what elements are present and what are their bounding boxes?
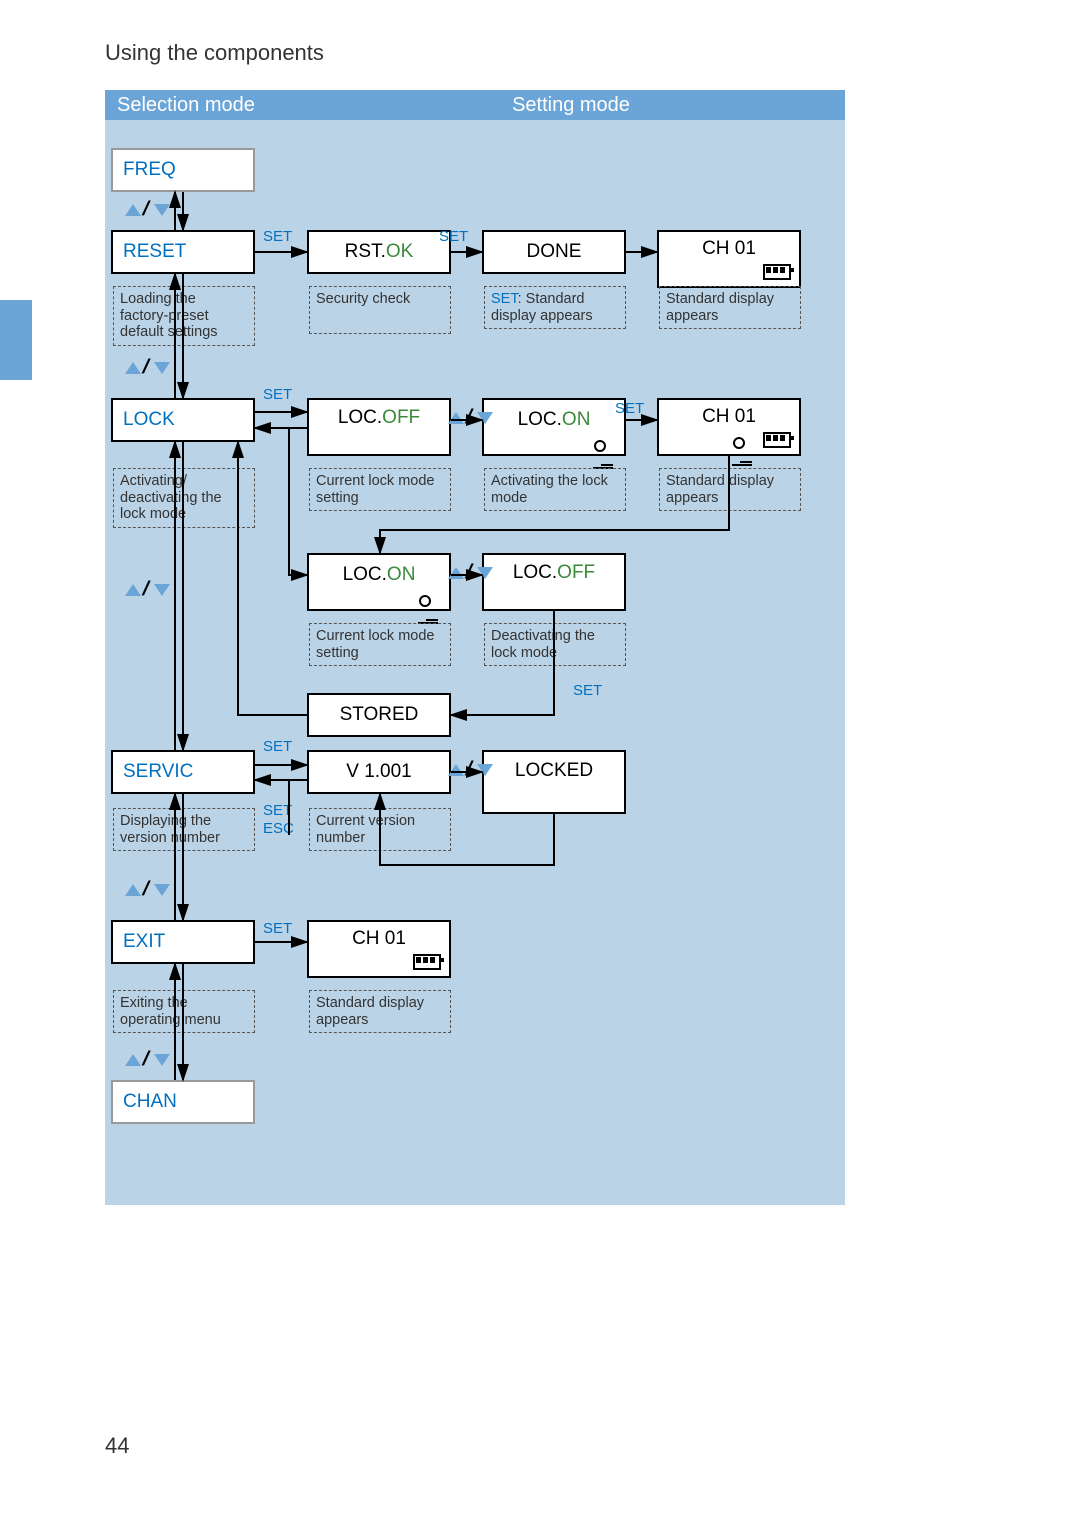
state-version: V 1.001 (307, 750, 451, 794)
caption-std-a: Standard display appears (659, 286, 801, 329)
nav-icon: / (125, 878, 170, 901)
nav-icon: / (125, 578, 170, 601)
state-loc-off-b: LOC.OFF (482, 553, 626, 611)
label-set: SET (263, 228, 292, 245)
caption-security: Security check (309, 286, 451, 334)
label-set: SET (615, 400, 644, 417)
nav-icon: / (125, 1048, 170, 1071)
battery-icon (763, 432, 791, 448)
state-locked: LOCKED (482, 750, 626, 814)
state-rst-ok: RST.OK (307, 230, 451, 274)
section-tab (0, 300, 32, 380)
key-icon (594, 435, 616, 445)
label-set: SET (263, 920, 292, 937)
caption-std-c: Standard display appears (309, 990, 451, 1033)
nav-icon: / (448, 758, 493, 781)
state-loc-on-a: LOC.ON (482, 398, 626, 456)
caption-lock-cur: Current lock mode setting (309, 468, 451, 511)
state-ch01-a: CH 01 (657, 230, 801, 288)
setting-mode-header: Setting mode (297, 90, 845, 120)
menu-servic: SERVIC (111, 750, 255, 794)
menu-reset: RESET (111, 230, 255, 274)
page-number: 44 (105, 1433, 129, 1459)
page-title: Using the components (105, 40, 324, 66)
caption-lock: Activating/ deactivating the lock mode (113, 468, 255, 528)
menu-exit: EXIT (111, 920, 255, 964)
selection-mode-header: Selection mode (105, 90, 297, 120)
nav-icon: / (448, 561, 493, 584)
caption-done: SET: Standard display appears (484, 286, 626, 329)
nav-icon: / (125, 198, 170, 221)
caption-lock-cur-b: Current lock mode setting (309, 623, 451, 666)
label-set: SET (573, 682, 602, 699)
caption-servic: Displaying the version number (113, 808, 255, 851)
label-esc: ESC (263, 820, 294, 837)
caption-lock-act: Activating the lock mode (484, 468, 626, 511)
caption-version: Current version number (309, 808, 451, 851)
state-ch01-c: CH 01 (307, 920, 451, 978)
state-done: DONE (482, 230, 626, 274)
caption-std-b: Standard display appears (659, 468, 801, 511)
battery-icon (763, 264, 791, 280)
menu-chan: CHAN (111, 1080, 255, 1124)
nav-icon: / (125, 356, 170, 379)
key-icon (733, 432, 755, 442)
state-ch01-b: CH 01 (657, 398, 801, 456)
label-set: SET (439, 228, 468, 245)
caption-lock-deact: Deactivating the lock mode (484, 623, 626, 666)
key-icon (419, 590, 441, 600)
caption-reset: Loading the factory-preset default setti… (113, 286, 255, 346)
label-set: SET (263, 386, 292, 403)
menu-lock: LOCK (111, 398, 255, 442)
label-set: SET (263, 738, 292, 755)
state-stored: STORED (307, 693, 451, 737)
label-set: SET (263, 802, 292, 819)
state-loc-off-a: LOC.OFF (307, 398, 451, 456)
battery-icon (413, 954, 441, 970)
menu-flow-diagram: Selection mode Setting mode FREQ / RESET… (105, 90, 845, 1205)
state-loc-on-b: LOC.ON (307, 553, 451, 611)
nav-icon: / (448, 406, 493, 429)
page: Using the components Selection mode Sett… (0, 0, 1080, 1529)
menu-freq: FREQ (111, 148, 255, 192)
caption-exit: Exiting the operating menu (113, 990, 255, 1033)
